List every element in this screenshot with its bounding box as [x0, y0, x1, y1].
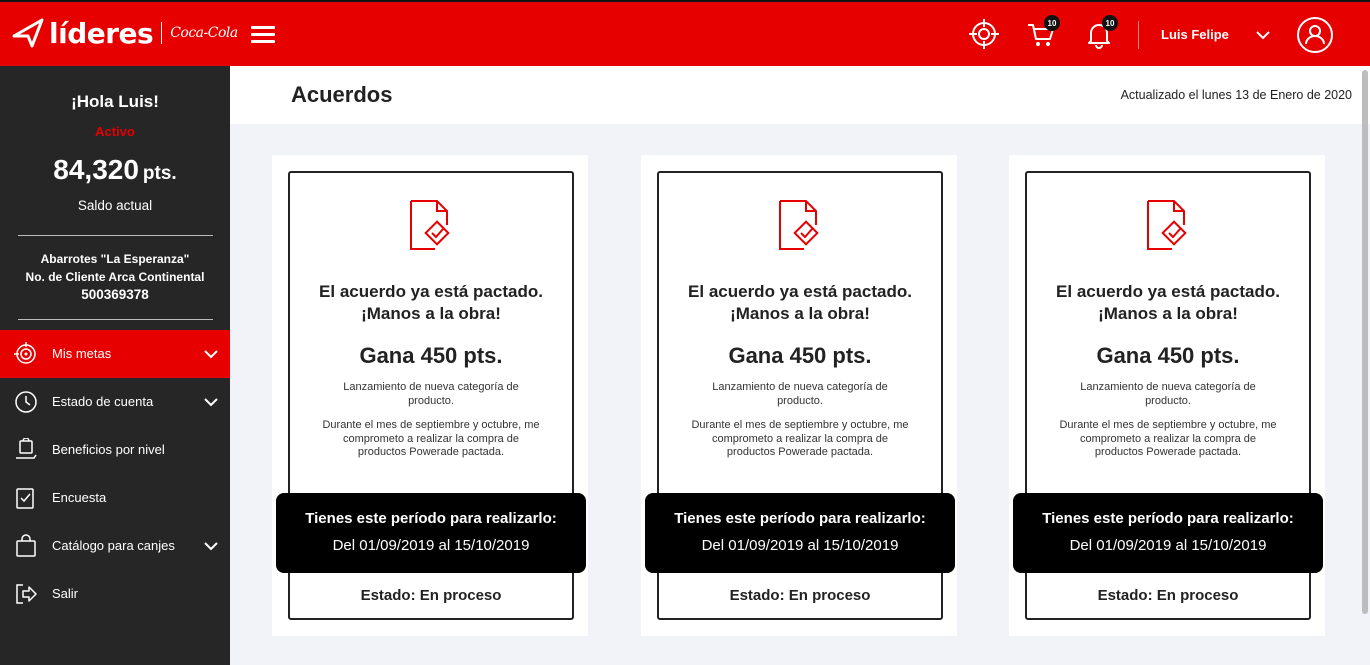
sidebar-item-label: Salir	[52, 586, 79, 601]
agreement-card-inner: El acuerdo ya está pactado. ¡Manos a la …	[276, 171, 586, 620]
chevron-down-icon	[204, 398, 218, 407]
agreement-message: El acuerdo ya está pactado. ¡Manos a la …	[290, 281, 572, 325]
agreement-message-line1: El acuerdo ya está pactado.	[319, 282, 543, 301]
lideres-logo[interactable]: líderes Coca-Cola	[12, 16, 238, 50]
sidebar-item-encuesta[interactable]: Encuesta	[0, 474, 230, 522]
agreement-status: Estado: En proceso	[360, 587, 502, 604]
agreement-subtitle: Lanzamiento de nueva categoría de produc…	[343, 381, 519, 407]
lideres-logo-icon	[12, 18, 44, 48]
points-balance: 84,320 pts.	[0, 154, 230, 186]
agreement-card: El acuerdo ya está pactado. ¡Manos a la …	[272, 155, 588, 636]
period-box: Tienes este período para realizarlo: Del…	[276, 493, 586, 573]
agreement-message-line2: ¡Manos a la obra!	[361, 304, 501, 323]
agreement-message-line2: ¡Manos a la obra!	[1098, 304, 1238, 323]
updated-date: Actualizado el lunes 13 de Enero de 2020	[1120, 88, 1352, 102]
sidebar-item-label: Beneficios por nivel	[52, 442, 165, 457]
cart-button[interactable]: 10	[1025, 15, 1060, 50]
greeting: ¡Hola Luis!	[71, 92, 159, 111]
sidebar-item-mis-metas[interactable]: Mis metas	[0, 330, 230, 378]
logo-divider	[161, 22, 163, 44]
cart-badge: 10	[1044, 15, 1060, 31]
sidebar-divider	[18, 235, 213, 236]
earn-points: Gana 450 pts.	[728, 343, 872, 368]
period-title: Tienes este período para realizarlo:	[305, 510, 557, 527]
agreement-description: Durante el mes de septiembre y octubre, …	[322, 419, 540, 458]
agreement-message: El acuerdo ya está pactado. ¡Manos a la …	[659, 281, 941, 325]
period-title: Tienes este período para realizarlo:	[674, 510, 926, 527]
store-name: Abarrotes "La Esperanza"	[40, 252, 190, 266]
user-name[interactable]: Luis Felipe	[1161, 27, 1229, 42]
notifications-button[interactable]: 10	[1083, 15, 1118, 50]
earn-points: Gana 450 pts.	[1096, 343, 1240, 368]
target-button[interactable]	[968, 18, 1000, 50]
header-divider	[1138, 21, 1139, 49]
agreement-card: El acuerdo ya está pactado. ¡Manos a la …	[1009, 155, 1325, 636]
agreement-description: Durante el mes de septiembre y octubre, …	[1059, 419, 1277, 458]
target-icon	[14, 342, 36, 364]
balance-label: Saldo actual	[77, 198, 153, 213]
status-badge: Activo	[95, 124, 135, 139]
agreement-status: Estado: En proceso	[1097, 587, 1239, 604]
chevron-down-icon	[204, 350, 218, 359]
document-check-icon	[410, 200, 450, 250]
top-header: líderes Coca-Cola 10 10 Luis Felipe	[0, 0, 1370, 66]
period-box: Tienes este período para realizarlo: Del…	[645, 493, 955, 573]
points-value: 84,320	[53, 154, 139, 185]
page-header: Acuerdos Actualizado el lunes 13 de Ener…	[230, 66, 1370, 124]
crosshair-icon	[969, 19, 999, 49]
clock-icon	[15, 391, 37, 413]
sidebar-divider	[18, 319, 213, 320]
sidebar-item-label: Mis metas	[52, 346, 112, 361]
notification-badge: 10	[1102, 15, 1118, 31]
agreement-message: El acuerdo ya está pactado. ¡Manos a la …	[1027, 281, 1309, 325]
main-content: Acuerdos Actualizado el lunes 13 de Ener…	[230, 66, 1370, 665]
agreement-subtitle: Lanzamiento de nueva categoría de produc…	[1080, 381, 1256, 407]
sidebar: ¡Hola Luis! Activo 84,320 pts. Saldo actu…	[0, 66, 230, 665]
agreement-card-inner: El acuerdo ya está pactado. ¡Manos a la …	[645, 171, 955, 620]
agreement-card-inner: El acuerdo ya está pactado. ¡Manos a la …	[1013, 171, 1323, 620]
document-check-icon	[779, 200, 819, 250]
sidebar-item-catalogo[interactable]: Catálogo para canjes	[0, 522, 230, 570]
store-info: Abarrotes "La Esperanza" No. de Cliente …	[0, 250, 230, 304]
agreement-message-line2: ¡Manos a la obra!	[730, 304, 870, 323]
agreement-message-line1: El acuerdo ya está pactado.	[688, 282, 912, 301]
period-dates: Del 01/09/2019 al 15/10/2019	[332, 537, 530, 554]
sidebar-item-label: Estado de cuenta	[52, 394, 154, 409]
period-dates: Del 01/09/2019 al 15/10/2019	[1069, 537, 1267, 554]
period-dates: Del 01/09/2019 al 15/10/2019	[701, 537, 899, 554]
shopping-bag-icon	[16, 534, 36, 557]
document-check-icon	[1147, 200, 1187, 250]
scrollbar[interactable]	[1362, 70, 1368, 614]
sidebar-item-label: Encuesta	[52, 490, 107, 505]
agreement-message-line1: El acuerdo ya está pactado.	[1056, 282, 1280, 301]
period-title: Tienes este período para realizarlo:	[1042, 510, 1294, 527]
agreement-card: El acuerdo ya está pactado. ¡Manos a la …	[641, 155, 957, 636]
sidebar-menu: Mis metas Estado de cuenta Beneficios po…	[0, 330, 230, 618]
earn-points: Gana 450 pts.	[359, 343, 503, 368]
chevron-down-icon	[204, 542, 218, 551]
checklist-icon	[16, 488, 34, 509]
logout-icon	[16, 584, 37, 604]
points-unit: pts.	[142, 163, 177, 184]
sidebar-item-estado-de-cuenta[interactable]: Estado de cuenta	[0, 378, 230, 426]
client-number: 500369378	[81, 287, 149, 302]
avatar[interactable]	[1297, 17, 1333, 53]
user-icon	[1305, 25, 1325, 45]
agreement-status: Estado: En proceso	[729, 587, 871, 604]
sidebar-item-salir[interactable]: Salir	[0, 570, 230, 618]
coca-cola-logo: Coca-Cola	[170, 25, 238, 41]
period-box: Tienes este período para realizarlo: Del…	[1013, 493, 1323, 573]
agreement-subtitle: Lanzamiento de nueva categoría de produc…	[712, 381, 888, 407]
logo-text: líderes	[49, 16, 154, 50]
page-title: Acuerdos	[291, 82, 393, 107]
menu-toggle-button[interactable]	[251, 26, 275, 44]
client-label: No. de Cliente Arca Continental	[25, 270, 205, 284]
agreement-description: Durante el mes de septiembre y octubre, …	[691, 419, 909, 458]
chevron-down-icon[interactable]	[1255, 28, 1271, 42]
sidebar-item-beneficios[interactable]: Beneficios por nivel	[0, 426, 230, 474]
sidebar-item-label: Catálogo para canjes	[52, 538, 175, 553]
hand-bag-icon	[16, 438, 37, 459]
